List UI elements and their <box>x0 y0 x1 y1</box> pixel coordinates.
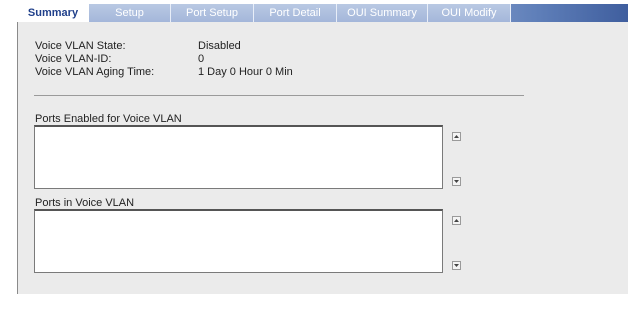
scroll-down-arrow-icon[interactable] <box>452 177 461 186</box>
voice-vlan-aging-value: 1 Day 0 Hour 0 Min <box>198 66 293 78</box>
voice-vlan-id-value: 0 <box>198 53 205 65</box>
scroll-up-arrow-icon[interactable] <box>452 132 461 141</box>
tab-summary[interactable]: Summary <box>17 4 89 24</box>
voice-vlan-state-label: Voice VLAN State: <box>35 40 126 52</box>
voice-vlan-frame: Summary Setup Port Setup Port Detail OUI… <box>17 4 628 294</box>
ports-in-vlan-listbox[interactable] <box>34 209 461 273</box>
tab-port-detail[interactable]: Port Detail <box>254 4 337 22</box>
tab-oui-summary[interactable]: OUI Summary <box>337 4 428 22</box>
voice-vlan-state-value: Disabled <box>198 40 241 52</box>
tab-bar: Summary Setup Port Setup Port Detail OUI… <box>17 4 628 24</box>
voice-vlan-id-label: Voice VLAN-ID: <box>35 53 112 65</box>
tab-oui-modify[interactable]: OUI Modify <box>428 4 511 22</box>
tab-setup[interactable]: Setup <box>89 4 171 22</box>
ports-enabled-listbox[interactable] <box>34 125 461 189</box>
tab-port-setup[interactable]: Port Setup <box>171 4 254 22</box>
scroll-down-arrow-icon[interactable] <box>452 261 461 270</box>
summary-panel: Voice VLAN State: Disabled Voice VLAN-ID… <box>17 22 628 294</box>
scroll-up-arrow-icon[interactable] <box>452 216 461 225</box>
voice-vlan-aging-label: Voice VLAN Aging Time: <box>35 66 155 78</box>
ports-in-vlan-label: Ports in Voice VLAN <box>35 197 135 209</box>
ports-enabled-label: Ports Enabled for Voice VLAN <box>35 113 182 125</box>
separator-line <box>34 95 524 96</box>
